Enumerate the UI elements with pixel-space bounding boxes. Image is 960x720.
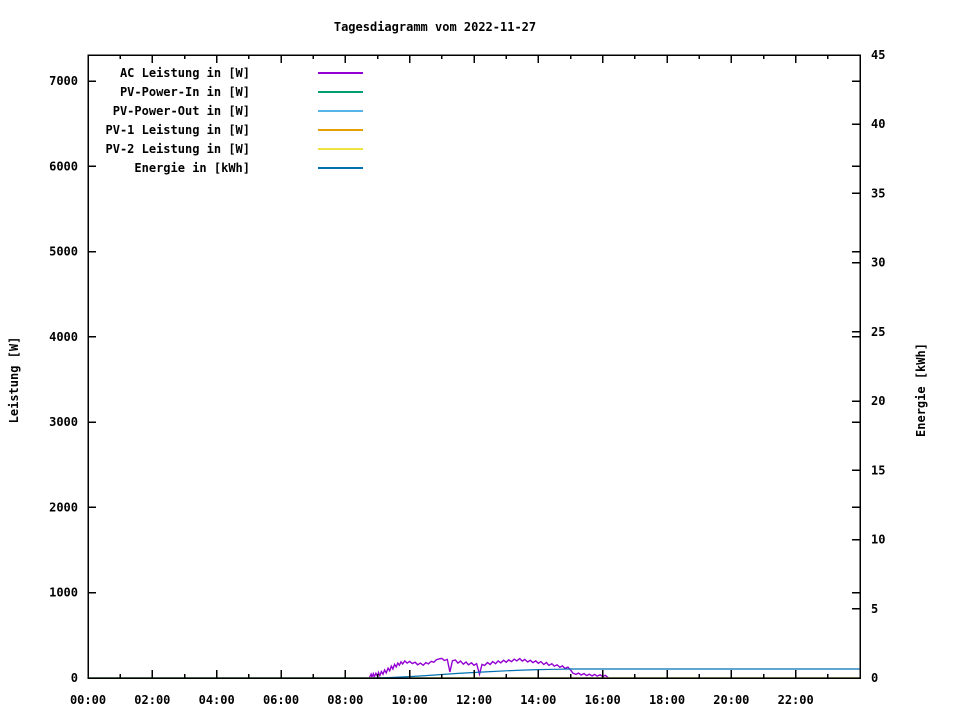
- y1-tick-label: 7000: [49, 74, 78, 88]
- legend-item-pv2-leistung: PV-2 Leistung in [W]: [90, 139, 363, 158]
- y2-tick-label: 10: [871, 533, 885, 547]
- y1-tick-label: 0: [71, 671, 78, 685]
- x-tick-label: 00:00: [70, 693, 106, 707]
- y1-tick-label: 4000: [49, 330, 78, 344]
- y2-tick-label: 25: [871, 325, 885, 339]
- y2-tick-label: 0: [871, 671, 878, 685]
- y1-axis-label: Leistung [W]: [7, 336, 21, 424]
- legend-item-pv1-leistung: PV-1 Leistung in [W]: [90, 120, 363, 139]
- legend-line-sample: [318, 90, 363, 93]
- y2-tick-label: 5: [871, 602, 878, 616]
- x-tick-label: 06:00: [263, 693, 299, 707]
- y2-tick-label: 30: [871, 256, 885, 270]
- x-tick-label: 04:00: [199, 693, 235, 707]
- x-tick-label: 18:00: [649, 693, 685, 707]
- y1-tick-label: 3000: [49, 415, 78, 429]
- y2-axis-label: Energie [kWh]: [914, 343, 928, 437]
- tagesdiagramm-chart: 00:00 02:00 04:00 06:00 08:00 10:00 12:00 14:00…: [0, 0, 960, 720]
- y2-tick-label: 45: [871, 48, 885, 62]
- legend-label: PV-1 Leistung in [W]: [105, 122, 251, 137]
- x-tick-label: 14:00: [520, 693, 556, 707]
- legend: AC Leistung in [W] PV-Power-In in [W] PV…: [90, 63, 363, 177]
- legend-item-energie: Energie in [kWh]: [90, 158, 363, 177]
- y2-tick-label: 20: [871, 394, 885, 408]
- x-tick-label: 08:00: [327, 693, 363, 707]
- x-tick-label: 12:00: [456, 693, 492, 707]
- y1-tick-label: 2000: [49, 500, 78, 514]
- legend-line-sample: [318, 128, 363, 131]
- y1-tick-label: 6000: [49, 159, 78, 173]
- legend-label: PV-2 Leistung in [W]: [105, 141, 251, 156]
- legend-label: AC Leistung in [W]: [119, 65, 250, 80]
- x-tick-label: 20:00: [713, 693, 749, 707]
- legend-label: Energie in [kWh]: [134, 160, 250, 175]
- chart-title: Tagesdiagramm vom 2022-11-27: [333, 20, 537, 34]
- x-tick-label: 10:00: [392, 693, 428, 707]
- legend-label: PV-Power-In in [W]: [119, 84, 250, 99]
- legend-line-sample: [318, 71, 363, 74]
- legend-line-sample: [318, 147, 363, 150]
- x-tick-label: 02:00: [134, 693, 170, 707]
- legend-item-pv-power-in: PV-Power-In in [W]: [90, 82, 363, 101]
- legend-line-sample: [318, 166, 363, 169]
- y2-tick-label: 15: [871, 463, 885, 477]
- x-tick-label: 22:00: [778, 693, 814, 707]
- y2-tick-label: 40: [871, 117, 885, 131]
- series-line-ac: [368, 657, 609, 680]
- legend-item-ac-leistung: AC Leistung in [W]: [90, 63, 363, 82]
- y2-tick-label: 35: [871, 186, 885, 200]
- legend-label: PV-Power-Out in [W]: [112, 103, 250, 118]
- legend-item-pv-power-out: PV-Power-Out in [W]: [90, 101, 363, 120]
- y1-tick-label: 1000: [49, 586, 78, 600]
- legend-line-sample: [318, 109, 363, 112]
- x-tick-label: 16:00: [585, 693, 621, 707]
- y1-tick-label: 5000: [49, 245, 78, 259]
